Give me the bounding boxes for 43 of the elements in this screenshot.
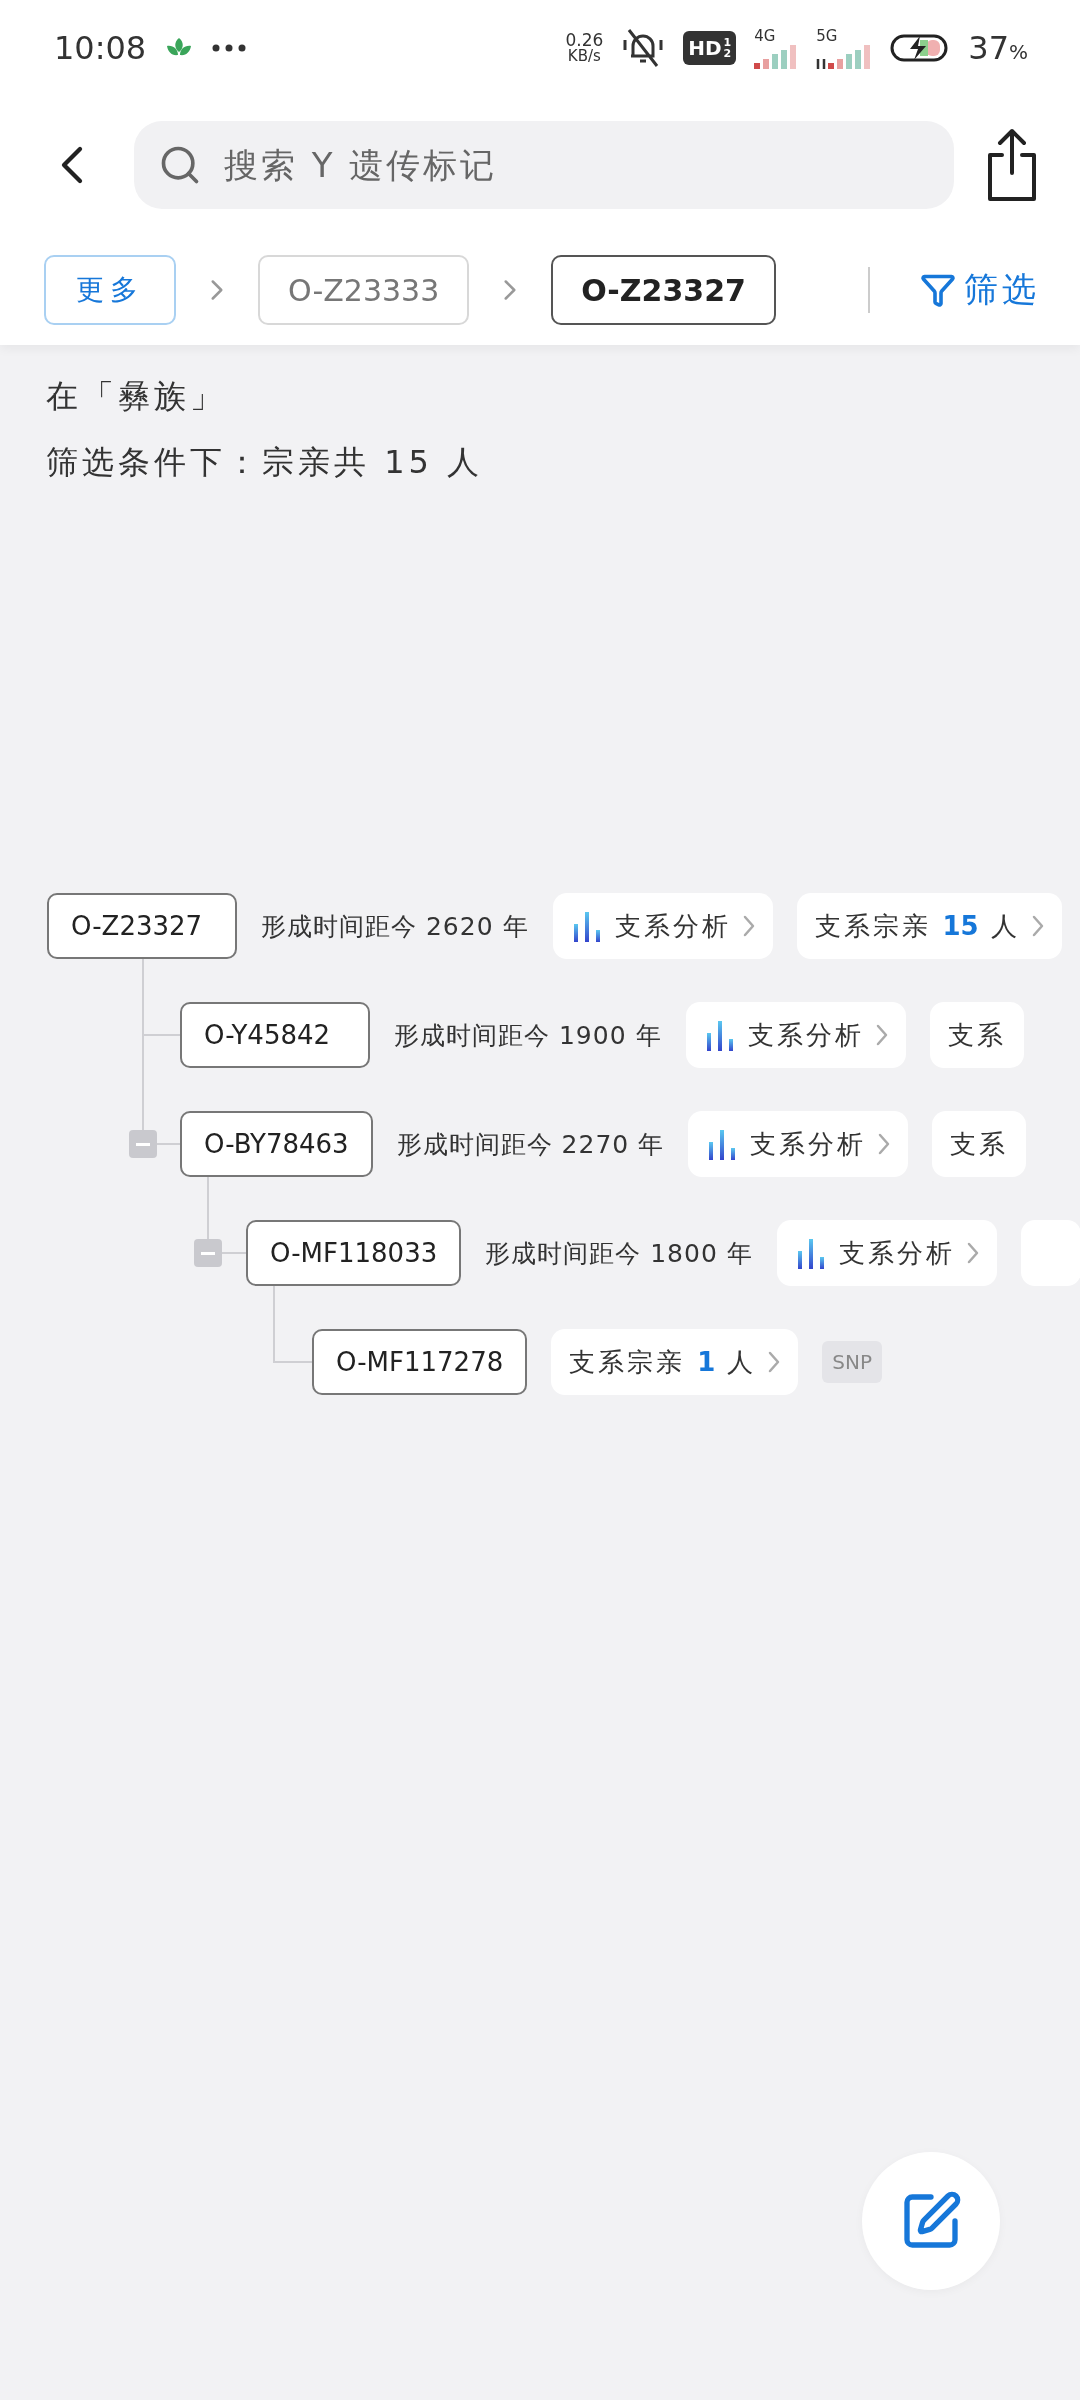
haplogroup-node[interactable]: O-BY78463 xyxy=(180,1111,373,1177)
chevron-right-icon xyxy=(768,1351,781,1373)
chevron-right-icon xyxy=(742,915,755,937)
signal-icon xyxy=(816,44,873,69)
branch-analysis-button[interactable]: 支系分析 xyxy=(776,1220,997,1286)
formation-time-text: 形成时间距今 1900 年 xyxy=(394,1019,662,1052)
branch-relatives-button[interactable]: 支系宗亲 15 人 xyxy=(796,893,1062,959)
net-speed-unit: KB/s xyxy=(567,48,601,64)
network-type-label: 4G xyxy=(754,26,776,45)
breadcrumb-item[interactable]: 更多 xyxy=(44,255,176,325)
formation-time-text: 形成时间距今 2270 年 xyxy=(396,1128,665,1161)
chevron-right-icon xyxy=(875,1024,888,1046)
branch-relatives-button[interactable]: 支系 xyxy=(932,1111,1027,1177)
net-speed-value: 0.26 xyxy=(565,31,604,49)
chevron-right-icon xyxy=(878,1133,891,1155)
battery-percent: 37 xyxy=(968,28,1009,67)
chevron-right-icon xyxy=(966,1242,979,1264)
haplogroup-node[interactable]: O-Z23327 xyxy=(47,893,237,959)
network-type-label: 5G xyxy=(816,26,838,45)
branch-analysis-button[interactable]: 支系分析 xyxy=(552,893,773,959)
branch-analysis-button[interactable]: 支系分析 xyxy=(688,1111,909,1177)
percent-sign: % xyxy=(1009,39,1028,64)
muted-bell-icon xyxy=(621,27,666,68)
haplogroup-node[interactable]: O-Y45842 xyxy=(180,1002,370,1068)
signal-icon xyxy=(754,44,799,69)
branch-relatives-button[interactable]: 支系 xyxy=(929,1002,1024,1068)
filter-button[interactable]: 筛选 xyxy=(920,267,1040,313)
filter-icon xyxy=(920,272,956,308)
search-field[interactable]: 搜索 Y 遗传标记 xyxy=(134,121,954,209)
formation-time-text: 形成时间距今 1800 年 xyxy=(485,1237,753,1270)
haplogroup-node[interactable]: O-MF118033 xyxy=(246,1220,462,1286)
haplogroup-node[interactable]: O-MF117278 xyxy=(312,1329,528,1395)
breadcrumb-item[interactable]: O-Z23327 xyxy=(551,255,776,325)
breadcrumb-item[interactable]: O-Z23333 xyxy=(258,255,470,325)
relatives-count-text: 筛选条件下：宗亲共 15 人 xyxy=(46,442,485,483)
ethnic-group-text: 在「彝族」 xyxy=(46,376,227,417)
chevron-right-icon xyxy=(1031,915,1044,937)
branch-relatives-button[interactable]: 支系宗亲 1 人 xyxy=(551,1329,799,1395)
more-dots-icon xyxy=(212,43,247,52)
snp-tag: SNP xyxy=(822,1341,883,1383)
formation-time-text: 形成时间距今 2620 年 xyxy=(261,910,529,943)
branch-analysis-button[interactable]: 支系分析 xyxy=(685,1002,906,1068)
clock-time: 10:08 xyxy=(54,28,147,67)
